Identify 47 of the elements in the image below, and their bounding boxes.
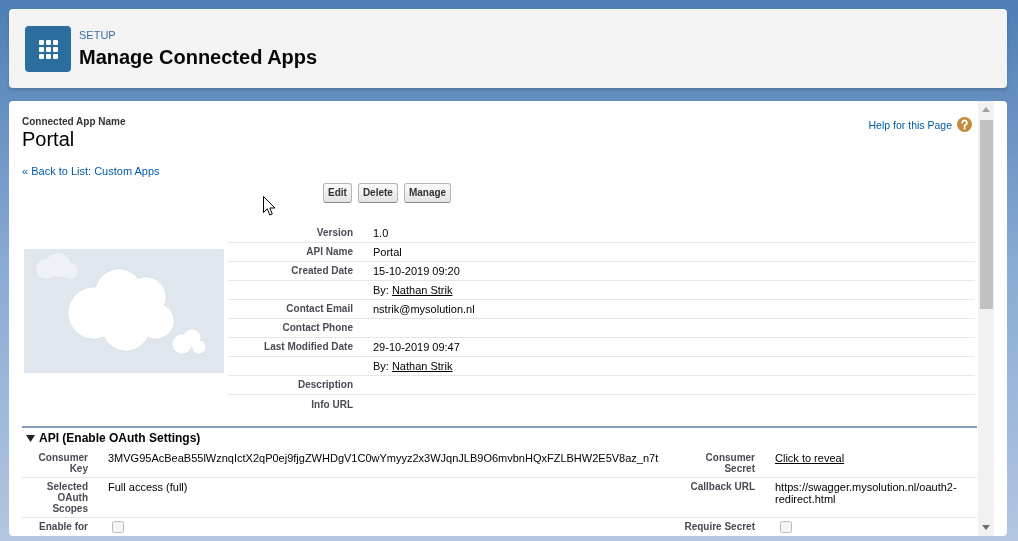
setup-label: SETUP <box>79 28 117 42</box>
mouse-pointer-icon <box>263 196 276 216</box>
field-label: Last Modified Date <box>264 341 353 353</box>
field-label: Version <box>316 227 353 239</box>
field-label: Selected OAuth Scopes <box>45 481 88 514</box>
field-value: Portal <box>373 245 402 259</box>
field-value: 1.0 <box>373 226 389 240</box>
field-value: https://swagger.mysolution.nl/oauth2-redirect.html <box>775 481 958 505</box>
record-type-label: Connected App Name <box>22 115 126 128</box>
scroll-down-icon[interactable] <box>982 525 990 530</box>
section-title[interactable]: API (Enable OAuth Settings) <box>39 431 201 445</box>
field-value: 29-10-2019 09:47 <box>373 340 460 354</box>
scrollbar-thumb[interactable] <box>979 120 993 309</box>
field-label: Require Secret <box>684 521 755 532</box>
caret-down-icon[interactable] <box>26 433 35 443</box>
back-link[interactable]: « Back to List: Custom Apps <box>22 165 160 178</box>
user-link[interactable]: Nathan Strik <box>391 359 453 373</box>
field-label: Description <box>298 379 353 391</box>
field-value: 15-10-2019 09:20 <box>373 264 460 278</box>
field-label: API Name <box>306 246 353 258</box>
field-value: nstrik@mysolution.nl <box>373 302 475 316</box>
action-button[interactable]: Delete <box>357 183 398 203</box>
apps-grid-icon <box>25 25 71 72</box>
field-label: Contact Phone <box>282 322 353 334</box>
action-button[interactable]: Manage <box>403 183 452 203</box>
checkbox-icon <box>780 521 792 533</box>
action-button[interactable]: Edit <box>323 183 352 203</box>
reveal-link[interactable]: Click to reveal <box>775 452 845 464</box>
help-icon[interactable] <box>957 117 972 132</box>
field-label: Callback URL <box>690 481 755 492</box>
user-link[interactable]: Nathan Strik <box>391 283 453 297</box>
field-label: Info URL <box>311 398 353 411</box>
checkbox-icon <box>112 521 124 533</box>
field-label: Contact Email <box>286 303 353 315</box>
field-value: 3MVG95AcBeaB55lWznqIctX2qP0ej9fjgZWHDgV1C0wYmyyz2x3WJqnJLB9O6mvbnHQxFZLBHW2E5V8az_n7t <box>108 452 659 464</box>
record-name: Portal <box>22 128 76 151</box>
field-label: Consumer Key <box>37 452 88 474</box>
help-link[interactable]: Help for this Page <box>868 118 952 131</box>
field-label: Consumer Secret <box>704 452 755 474</box>
field-label: Enable for <box>39 521 88 532</box>
scroll-up-icon[interactable] <box>982 107 990 112</box>
field-value: Full access (full) <box>108 481 188 493</box>
page-title: Manage Connected Apps <box>79 44 318 69</box>
by-label: By: <box>373 283 389 297</box>
field-label: Created Date <box>291 265 353 277</box>
scrollbar[interactable] <box>978 101 994 536</box>
by-label: By: <box>373 359 389 373</box>
